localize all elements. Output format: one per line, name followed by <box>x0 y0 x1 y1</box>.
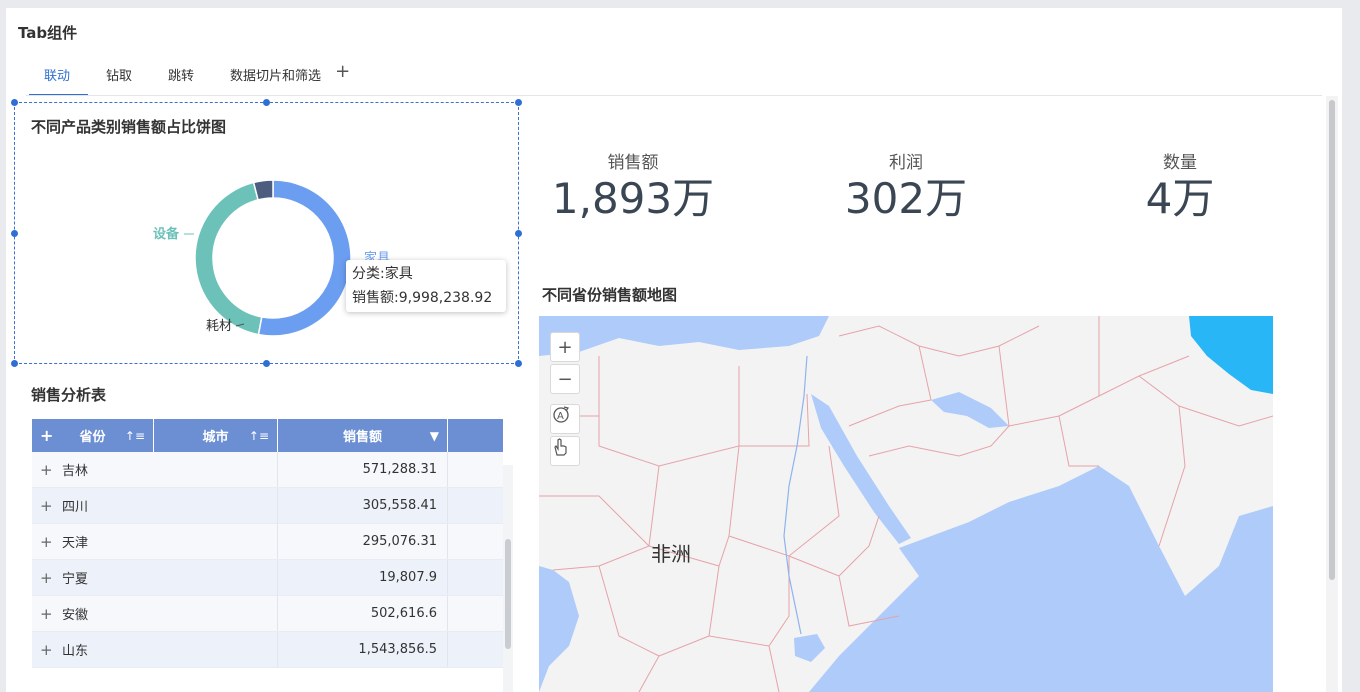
tab-drill[interactable]: 钻取 <box>88 60 150 96</box>
resize-handle[interactable] <box>515 360 522 367</box>
empty-cell <box>448 596 503 631</box>
sort-icon[interactable]: ↑≡ <box>249 429 269 443</box>
zoom-in-icon[interactable]: + <box>550 332 580 362</box>
resize-handle[interactable] <box>263 99 270 106</box>
table-row[interactable]: + 吉林 571,288.31 <box>32 452 503 488</box>
reset-icon[interactable]: A <box>550 404 580 434</box>
page-scrollbar[interactable] <box>1326 96 1338 692</box>
dropdown-caret-icon[interactable]: ▼ <box>430 429 439 443</box>
expand-icon[interactable]: + <box>40 533 62 551</box>
province-cell: + 安徽 <box>32 596 278 631</box>
tab-jump[interactable]: 跳转 <box>150 60 212 96</box>
sales-cell: 571,288.31 <box>278 452 448 487</box>
zoom-out-icon[interactable]: − <box>550 364 580 394</box>
province-name: 吉林 <box>62 464 89 479</box>
province-name: 安徽 <box>62 608 89 623</box>
map-title: 不同省份销售额地图 <box>542 286 678 304</box>
kpi-label: 利润 <box>889 153 923 173</box>
kpi-label: 数量 <box>1163 153 1197 173</box>
tab-bar: 联动 钻取 跳转 数据切片和筛选 + <box>26 60 356 96</box>
pan-icon[interactable] <box>550 436 580 466</box>
column-header-sales[interactable]: 销售额 ▼ <box>278 419 448 452</box>
map-region-label: 非洲 <box>651 542 691 566</box>
kpi-value: 1,893万 <box>551 174 715 223</box>
resize-handle[interactable] <box>263 360 270 367</box>
mediterranean-sea <box>539 316 829 356</box>
sort-icon[interactable]: ↑≡ <box>125 429 145 443</box>
column-label: 城市 <box>202 430 229 445</box>
table-row[interactable]: + 宁夏 19,807.9 <box>32 560 503 596</box>
nile-river <box>783 355 808 635</box>
sales-cell: 502,616.6 <box>278 596 448 631</box>
table-row[interactable]: + 山东 1,543,856.5 <box>32 632 503 668</box>
table-row[interactable]: + 天津 295,076.31 <box>32 524 503 560</box>
sales-cell: 295,076.31 <box>278 524 448 559</box>
selection-box[interactable] <box>11 99 522 367</box>
scrollbar-thumb[interactable] <box>1329 100 1335 580</box>
province-name: 宁夏 <box>62 572 89 587</box>
dashboard-frame: Tab组件 联动 钻取 跳转 数据切片和筛选 + 不同产品类别销售额占比饼图 设… <box>6 8 1342 692</box>
tab-link[interactable]: 联动 <box>26 60 89 96</box>
sales-map[interactable]: 非洲 + − A <box>539 316 1273 692</box>
page-title: Tab组件 <box>18 24 78 42</box>
expand-icon[interactable]: + <box>40 605 62 623</box>
kpi-label: 销售额 <box>607 153 659 173</box>
tab-slice-filter[interactable]: 数据切片和筛选 <box>212 60 329 96</box>
empty-cell <box>448 488 503 523</box>
province-cell: + 宁夏 <box>32 560 278 595</box>
highlighted-province[interactable] <box>1189 316 1273 394</box>
tabs-divider <box>26 95 1322 96</box>
sales-cell: 305,558.41 <box>278 488 448 523</box>
table-title: 销售分析表 <box>31 386 107 404</box>
empty-cell <box>448 452 503 487</box>
column-label: 销售额 <box>342 430 382 445</box>
sales-cell: 19,807.9 <box>278 560 448 595</box>
table-row[interactable]: + 四川 305,558.41 <box>32 488 503 524</box>
resize-handle[interactable] <box>515 230 522 237</box>
column-label: 省份 <box>79 430 106 445</box>
red-sea <box>811 394 911 544</box>
province-cell: + 四川 <box>32 488 278 523</box>
expand-icon[interactable]: + <box>40 461 62 479</box>
empty-cell <box>448 632 503 667</box>
window-edge <box>1342 0 1360 692</box>
resize-handle[interactable] <box>11 360 18 367</box>
column-header-empty <box>448 419 503 452</box>
svg-text:A: A <box>557 411 564 422</box>
empty-cell <box>448 560 503 595</box>
expand-all-icon[interactable]: + <box>40 426 53 445</box>
expand-icon[interactable]: + <box>40 641 62 659</box>
map-canvas[interactable] <box>539 316 1273 692</box>
empty-cell <box>448 524 503 559</box>
resize-handle[interactable] <box>515 99 522 106</box>
plus-icon[interactable]: + <box>329 60 356 96</box>
resize-handle[interactable] <box>11 99 18 106</box>
province-name: 天津 <box>62 536 89 551</box>
kpi-sales: 销售额 1,893万 <box>533 148 733 225</box>
table-scrollbar[interactable] <box>503 465 513 692</box>
expand-icon[interactable]: + <box>40 497 62 515</box>
province-cell: + 吉林 <box>32 452 278 487</box>
table-header: + 省份 ↑≡ 城市 ↑≡ 销售额 ▼ <box>32 419 503 452</box>
lake-victoria <box>794 634 825 662</box>
resize-handle[interactable] <box>11 230 18 237</box>
province-cell: + 山东 <box>32 632 278 667</box>
column-header-province[interactable]: + 省份 ↑≡ <box>32 419 154 452</box>
kpi-profit: 利润 302万 <box>806 148 1006 225</box>
kpi-quantity: 数量 4万 <box>1080 148 1280 225</box>
sales-table: + 省份 ↑≡ 城市 ↑≡ 销售额 ▼ + 吉林 571,288.31 + 四川 305,… <box>32 419 513 692</box>
column-header-city[interactable]: 城市 ↑≡ <box>154 419 278 452</box>
province-name: 四川 <box>62 500 89 515</box>
kpi-value: 302万 <box>844 174 968 223</box>
table-row[interactable]: + 安徽 502,616.6 <box>32 596 503 632</box>
atlantic-ocean <box>539 566 579 692</box>
table-body: + 吉林 571,288.31 + 四川 305,558.41 + 天津 295,076.31 +… <box>32 452 503 684</box>
persian-gulf <box>931 392 1009 428</box>
scrollbar-thumb[interactable] <box>505 539 511 649</box>
sales-cell: 1,543,856.5 <box>278 632 448 667</box>
kpi-value: 4万 <box>1145 174 1215 223</box>
province-name: 山东 <box>62 644 89 659</box>
expand-icon[interactable]: + <box>40 569 62 587</box>
province-cell: + 天津 <box>32 524 278 559</box>
